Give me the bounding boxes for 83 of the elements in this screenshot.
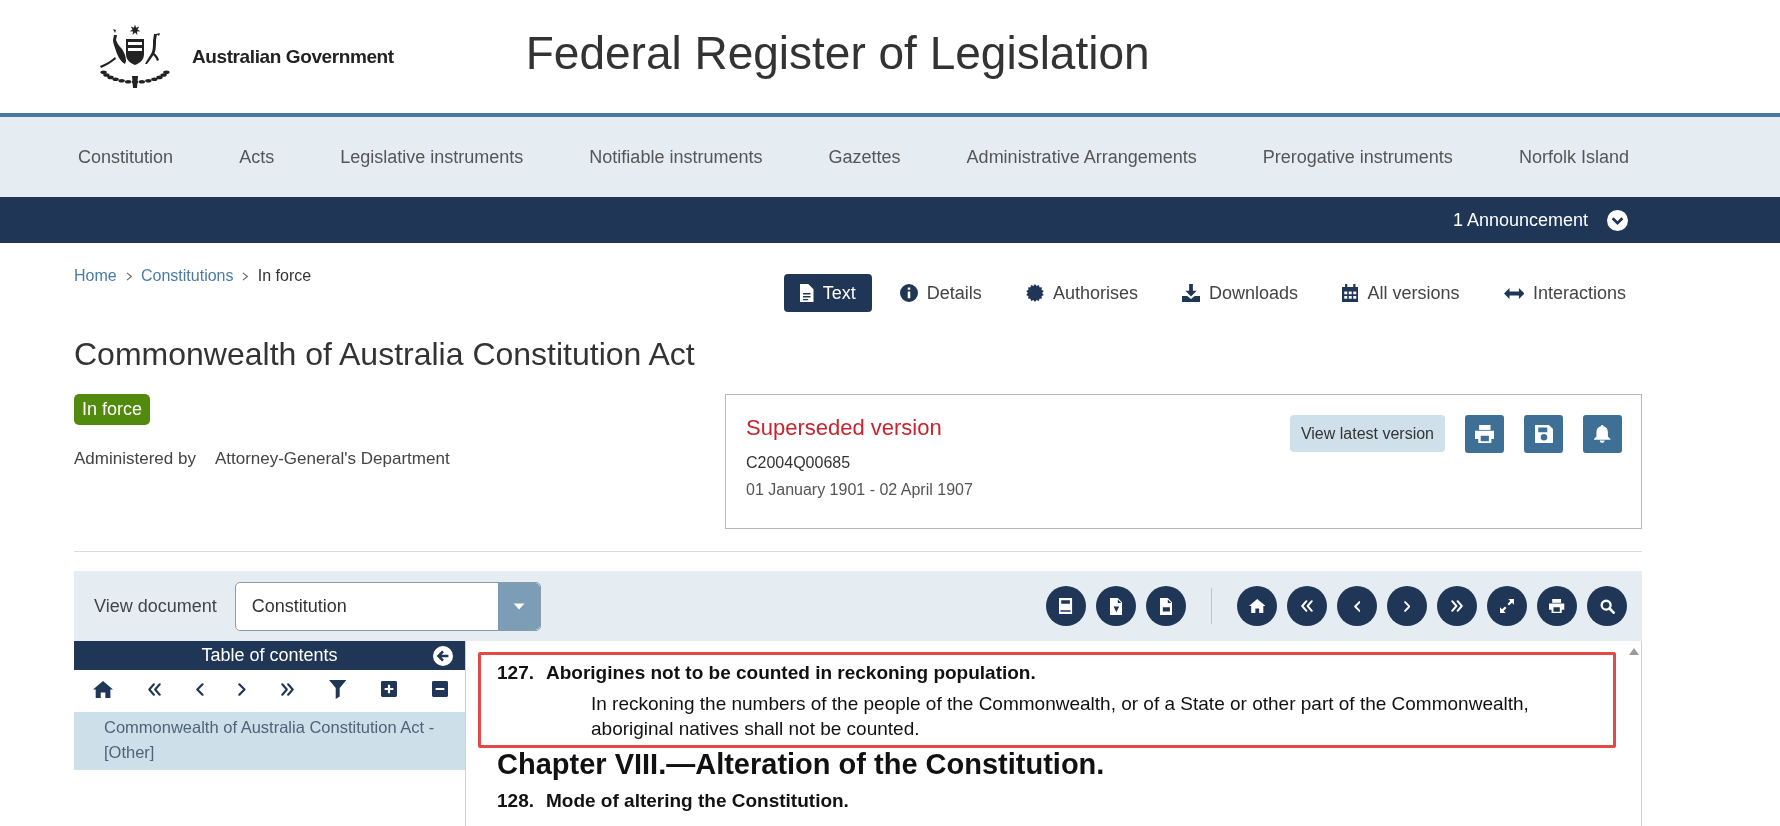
- section-heading: Aborigines not to be counted in reckoning population.: [546, 661, 1036, 685]
- file-icon: [1109, 597, 1123, 615]
- print-icon: [1474, 425, 1495, 443]
- chapter-heading: Chapter VIII.—Alteration of the Constitution.: [497, 748, 1106, 780]
- breadcrumb-current: In force: [257, 267, 312, 285]
- nav-link[interactable]: Legislative instruments: [340, 146, 524, 168]
- seal-icon: [1025, 284, 1044, 302]
- breadcrumb-link[interactable]: Home: [74, 267, 117, 285]
- nav-link[interactable]: Norfolk Island: [1518, 146, 1629, 168]
- notify-button[interactable]: [1583, 415, 1622, 453]
- nav-link[interactable]: Acts: [239, 146, 275, 168]
- section-number: 127.: [497, 661, 534, 685]
- breadcrumb-link[interactable]: Constitutions: [141, 267, 234, 285]
- filter-icon[interactable]: [328, 679, 347, 699]
- chevron-left-icon: [1353, 600, 1361, 612]
- department-name: Attorney-General's Department: [214, 449, 450, 469]
- print-icon: [1549, 599, 1565, 613]
- expand-icon: [1500, 599, 1514, 613]
- search-button[interactable]: [1587, 586, 1627, 626]
- document-title: Commonwealth of Australia Constitution Act: [74, 335, 696, 374]
- previous-button[interactable]: [1337, 586, 1377, 626]
- double-chevron-right-icon: [1451, 600, 1463, 612]
- scroll-up-icon[interactable]: [1628, 648, 1639, 655]
- file-button[interactable]: [1096, 586, 1136, 626]
- document-select[interactable]: Constitution: [234, 581, 541, 631]
- administered-label: Administered by: [74, 449, 196, 469]
- double-arrow-icon: [1503, 287, 1524, 299]
- chevron-right-icon: [242, 271, 249, 281]
- calendar-icon: [1342, 284, 1359, 302]
- tab[interactable]: Downloads: [1165, 274, 1314, 312]
- nav-link[interactable]: Administrative Arrangements: [966, 146, 1197, 168]
- info-icon: [899, 284, 918, 302]
- home-icon[interactable]: [93, 680, 114, 698]
- section-heading: Mode of altering the Constitution.: [546, 789, 849, 813]
- bell-icon: [1594, 425, 1611, 443]
- book-icon: [1059, 598, 1073, 614]
- tab[interactable]: Details: [883, 274, 998, 312]
- chevron-left-icon[interactable]: [195, 682, 204, 696]
- double-chevron-left-icon: [1301, 600, 1313, 612]
- view-document-label: View document: [94, 595, 217, 617]
- status-badge: In force: [74, 394, 151, 425]
- double-chevron-left-icon[interactable]: [147, 682, 161, 696]
- announcement-toggle[interactable]: 1 Announcement: [1452, 209, 1628, 231]
- version-heading: Superseded version: [746, 415, 943, 441]
- search-icon: [1599, 598, 1615, 614]
- home-icon: [1248, 599, 1266, 613]
- file-icon: [1159, 597, 1173, 615]
- toc-item[interactable]: Commonwealth of Australia Constitution Act - [Other]: [74, 712, 465, 770]
- double-chevron-right-icon[interactable]: [281, 682, 295, 696]
- tab[interactable]: All versions: [1326, 274, 1476, 312]
- tab[interactable]: Interactions: [1487, 274, 1642, 312]
- section-number: 128.: [497, 789, 534, 813]
- site-title: Federal Register of Legislation: [525, 25, 1150, 80]
- caret-icon: [497, 582, 540, 630]
- chevron-right-icon[interactable]: [238, 682, 247, 696]
- register-id: C2004Q00685: [746, 454, 852, 472]
- save-icon: [1534, 425, 1553, 443]
- file-button[interactable]: [1146, 586, 1186, 626]
- download-icon: [1181, 284, 1200, 302]
- home-button[interactable]: [1237, 586, 1277, 626]
- version-dates: 01 January 1901 - 02 April 1907: [746, 481, 973, 499]
- back-icon[interactable]: [433, 645, 453, 666]
- chevron-right-icon: [125, 271, 132, 281]
- view-latest-button[interactable]: View latest version: [1289, 415, 1445, 452]
- section-text: In reckoning the numbers of the people of the Commonwealth, or of a State or other part of the Commonwealth, aboriginal natives shall not be counted.: [591, 692, 1530, 741]
- chevron-right-icon: [1403, 600, 1411, 612]
- expand-button[interactable]: [1487, 586, 1527, 626]
- toc-title: Table of contents: [201, 645, 338, 666]
- save-button[interactable]: [1524, 415, 1563, 453]
- next-button[interactable]: [1387, 586, 1427, 626]
- document-icon: [800, 284, 814, 302]
- book-button[interactable]: [1046, 586, 1086, 626]
- tab[interactable]: Text: [784, 274, 872, 312]
- nav-link[interactable]: Prerogative instruments: [1262, 146, 1453, 168]
- print-button[interactable]: [1465, 415, 1504, 453]
- nav-link[interactable]: Constitution: [78, 146, 174, 168]
- government-name: Australian Government: [192, 45, 394, 68]
- last-page-button[interactable]: [1437, 586, 1477, 626]
- nav-link[interactable]: Gazettes: [828, 146, 901, 168]
- first-page-button[interactable]: [1287, 586, 1327, 626]
- nav-link[interactable]: Notifiable instruments: [589, 146, 763, 168]
- print-button[interactable]: [1537, 586, 1577, 626]
- tab[interactable]: Authorises: [1009, 274, 1154, 312]
